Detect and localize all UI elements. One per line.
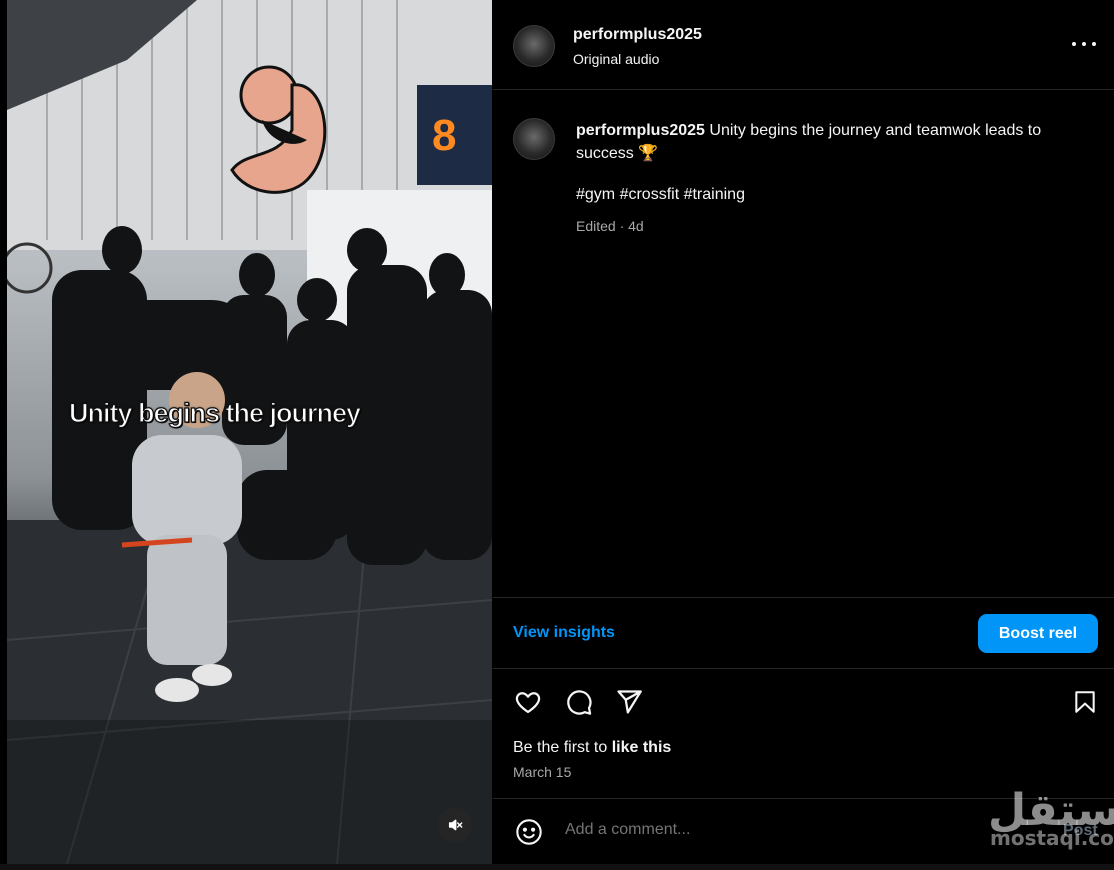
heart-icon — [515, 692, 541, 714]
smiley-icon — [516, 819, 542, 845]
post-date[interactable]: March 15 — [513, 764, 571, 780]
watermark-latin: mostaqi.com — [990, 826, 1114, 850]
caption-username[interactable]: performplus2025 — [576, 122, 705, 139]
comment-button[interactable] — [563, 686, 595, 718]
send-icon — [617, 690, 642, 714]
like-button[interactable] — [512, 686, 544, 718]
mute-toggle-button[interactable] — [438, 808, 472, 842]
audio-label[interactable]: Original audio — [573, 51, 659, 67]
caption-avatar[interactable] — [513, 118, 555, 160]
bookmark-icon — [1075, 691, 1095, 713]
post-caption: performplus2025 Unity begins the journey… — [576, 119, 1096, 165]
left-border — [0, 0, 7, 870]
bottom-strip — [0, 864, 1114, 870]
svg-text:8: 8 — [432, 111, 456, 160]
more-horizontal-icon[interactable] — [1072, 32, 1096, 56]
reel-video[interactable]: 8 Unity begins the journey — [7, 0, 492, 864]
insights-divider-top — [493, 597, 1114, 598]
video-text-overlay: Unity begins the journey — [68, 397, 361, 428]
likes-summary: Be the first to like this — [513, 739, 671, 757]
post-side-panel: performplus2025 Original audio performpl… — [493, 0, 1114, 870]
caption-hashtags[interactable]: #gym #crossfit #training — [576, 186, 745, 204]
likes-prefix: Be the first to — [513, 739, 612, 756]
header-username[interactable]: performplus2025 — [573, 26, 702, 44]
view-insights-link[interactable]: View insights — [513, 624, 615, 642]
share-button[interactable] — [613, 686, 645, 718]
video-frame-illustration: 8 — [7, 0, 492, 864]
author-avatar[interactable] — [513, 25, 555, 67]
emoji-button[interactable] — [513, 816, 545, 848]
comment-input[interactable] — [563, 820, 1007, 840]
save-button[interactable] — [1069, 686, 1101, 718]
speaker-muted-icon — [448, 819, 463, 831]
comment-icon — [567, 690, 592, 715]
header-divider — [493, 89, 1114, 90]
like-this-link[interactable]: like this — [612, 739, 672, 756]
insights-divider-bottom — [493, 668, 1114, 669]
boost-reel-button[interactable]: Boost reel — [978, 614, 1098, 653]
caption-meta: Edited · 4d — [576, 218, 644, 234]
